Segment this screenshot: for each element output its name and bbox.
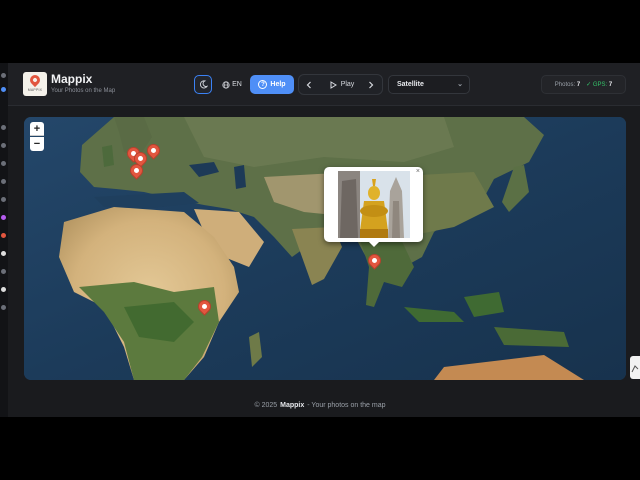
satellite-map[interactable]: + − × — [24, 117, 626, 380]
help-label: Help — [270, 81, 286, 88]
slideshow-controls: Play — [298, 74, 383, 95]
gps-stat: ✓ GPS: 7 — [586, 82, 613, 88]
footer-copyright: © 2025 — [254, 402, 278, 409]
marker-europe-4[interactable] — [126, 161, 146, 180]
play-button[interactable]: Play — [322, 77, 362, 92]
photos-stat: Photos: 7 — [554, 81, 581, 88]
question-circle-icon: ? — [258, 80, 268, 89]
footer-tagline: - Your photos on the map — [307, 402, 386, 409]
map-style-value: Satellite — [397, 81, 424, 88]
chevron-right-icon — [369, 81, 374, 88]
marker-europe-3[interactable] — [143, 141, 163, 160]
play-icon — [330, 80, 337, 89]
map-style-select[interactable]: Satellite ⌄ — [388, 75, 470, 94]
photo-stats-badge: Photos: 7 ✓ GPS: 7 — [541, 75, 626, 94]
app-tagline: Your Photos on the Map — [51, 88, 116, 94]
globe-icon — [222, 80, 230, 89]
app-footer: © 2025 Mappix - Your photos on the map — [0, 394, 640, 417]
chevron-left-icon — [306, 81, 311, 88]
footer-brand: Mappix — [280, 402, 305, 409]
check-icon: ✓ — [586, 82, 592, 88]
side-panel-tab[interactable] — [630, 356, 640, 379]
marker-thailand[interactable] — [364, 251, 384, 270]
map-pin-icon — [27, 72, 43, 88]
map-pin-icon — [194, 297, 214, 316]
help-button[interactable]: ? Help — [250, 75, 294, 94]
map-pin-icon — [364, 251, 384, 270]
chevron-down-icon: ⌄ — [457, 81, 463, 88]
screen: MAPPIX Mappix Your Photos on the Map EN … — [0, 0, 640, 480]
app-title: Mappix — [51, 72, 93, 86]
language-label: EN — [232, 81, 242, 88]
zoom-in-button[interactable]: + — [30, 122, 44, 136]
app-window: MAPPIX Mappix Your Photos on the Map EN … — [0, 63, 640, 417]
app-logo: MAPPIX — [23, 72, 47, 96]
moon-icon — [199, 80, 208, 89]
satellite-imagery — [24, 117, 626, 380]
logo-text: MAPPIX — [27, 88, 43, 92]
zoom-out-button[interactable]: − — [30, 137, 44, 151]
app-header: MAPPIX Mappix Your Photos on the Map EN … — [8, 63, 640, 106]
photo-popup: × — [324, 167, 423, 247]
map-pin-icon — [126, 161, 146, 180]
chart-line-icon — [631, 365, 639, 373]
language-button[interactable]: EN — [218, 75, 246, 94]
previous-button[interactable] — [303, 78, 315, 91]
play-label: Play — [340, 81, 355, 88]
theme-toggle-button[interactable] — [194, 75, 212, 94]
photo-thumbnail[interactable] — [338, 171, 410, 238]
marker-kenya[interactable] — [194, 297, 214, 316]
close-icon[interactable]: × — [416, 168, 420, 175]
map-pin-icon — [143, 141, 163, 160]
next-button[interactable] — [365, 78, 377, 91]
browser-sidebar-strip — [0, 63, 8, 417]
